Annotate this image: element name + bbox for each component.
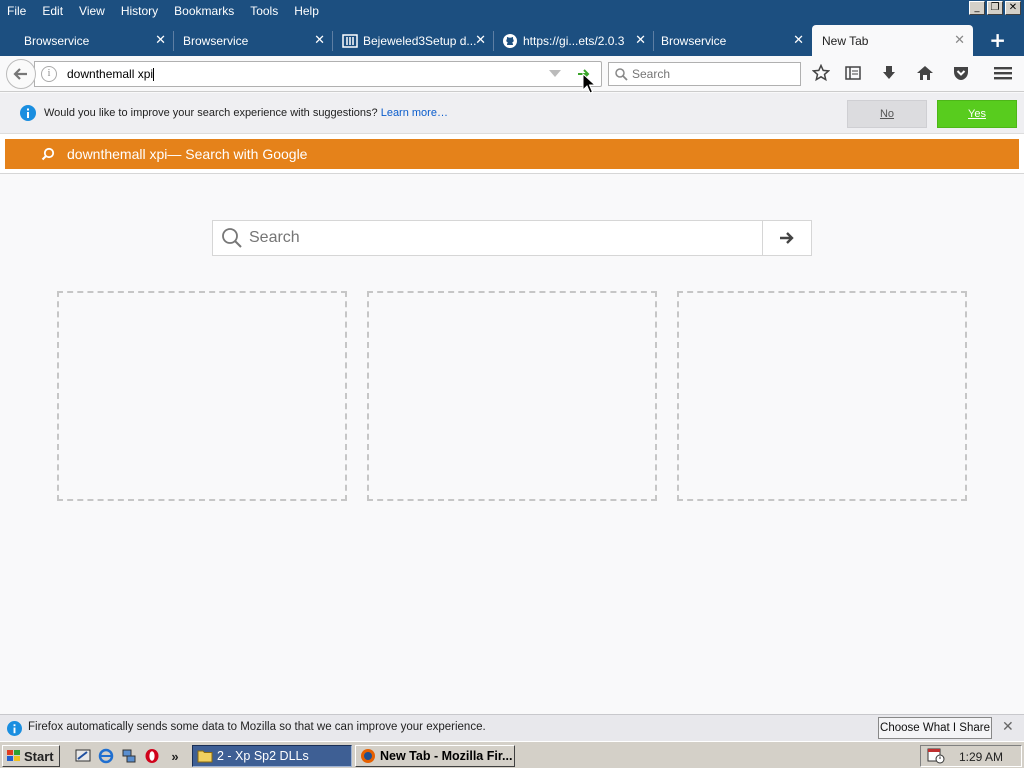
restore-button[interactable]: ❐ bbox=[987, 1, 1003, 15]
tab-title: Browservice bbox=[661, 33, 727, 48]
notification-message: Would you like to improve your search ex… bbox=[44, 107, 448, 119]
tab-close-icon[interactable]: ✕ bbox=[793, 33, 804, 48]
back-arrow-icon bbox=[13, 68, 27, 80]
menu-edit[interactable]: Edit bbox=[34, 4, 71, 18]
tab-new-tab[interactable]: New Tab ✕ bbox=[812, 25, 973, 56]
tab-separator bbox=[332, 31, 333, 51]
arrow-right-icon bbox=[780, 232, 794, 244]
home-icon[interactable] bbox=[915, 63, 935, 83]
github-icon bbox=[502, 33, 518, 49]
search-with-google-suggestion[interactable]: downthemall xpi — Search with Google bbox=[5, 139, 1019, 169]
content-search-submit-button[interactable] bbox=[762, 221, 811, 255]
suggestion-query: downthemall xpi bbox=[67, 146, 168, 162]
data-reporting-text: Firefox automatically sends some data to… bbox=[28, 721, 486, 733]
menu-file[interactable]: File bbox=[0, 4, 34, 18]
quick-launch-overflow-icon[interactable]: » bbox=[166, 747, 184, 765]
menu-bar: File Edit View History Bookmarks Tools H… bbox=[0, 0, 1024, 21]
taskbar-button-explorer[interactable]: 2 - Xp Sp2 DLLs bbox=[192, 745, 352, 767]
show-desktop-icon[interactable] bbox=[74, 747, 92, 765]
content-search-box[interactable] bbox=[212, 220, 812, 256]
text-caret bbox=[153, 67, 155, 81]
suggestion-suffix: — Search with Google bbox=[167, 146, 308, 162]
notification-text: Would you like to improve your search ex… bbox=[44, 107, 378, 119]
info-icon bbox=[7, 721, 22, 739]
windows-logo-icon bbox=[7, 750, 20, 761]
system-tray: 1:29 AM bbox=[920, 745, 1022, 767]
window-controls: _ ❐ ✕ bbox=[969, 1, 1021, 15]
windows-taskbar: Start » 2 - Xp Sp2 DLLs New Tab - Mozill… bbox=[0, 741, 1024, 768]
tab-browservice-2[interactable]: Browservice ✕ bbox=[173, 25, 333, 56]
menu-help[interactable]: Help bbox=[286, 4, 327, 18]
tab-title: Browservice bbox=[183, 33, 249, 48]
tab-github[interactable]: https://gi...ets/2.0.3 ✕ bbox=[494, 25, 654, 56]
hamburger-menu-icon[interactable] bbox=[993, 63, 1013, 83]
taskbar-button-firefox[interactable]: New Tab - Mozilla Fir... bbox=[355, 745, 515, 767]
tab-close-icon[interactable]: ✕ bbox=[314, 33, 325, 48]
tab-title: Browservice bbox=[24, 33, 90, 48]
download-icon[interactable] bbox=[879, 63, 899, 83]
tab-bejeweled[interactable]: Bejeweled3Setup d... ✕ bbox=[334, 25, 494, 56]
menu-bookmarks[interactable]: Bookmarks bbox=[166, 4, 242, 18]
back-button[interactable] bbox=[6, 59, 36, 89]
learn-more-link[interactable]: Learn more… bbox=[381, 107, 448, 119]
reading-list-icon[interactable] bbox=[843, 63, 863, 83]
search-icon bbox=[41, 147, 55, 161]
search-icon bbox=[615, 67, 628, 81]
folder-icon bbox=[197, 750, 213, 763]
clock: 1:29 AM bbox=[958, 750, 1003, 764]
internet-explorer-icon[interactable] bbox=[97, 747, 115, 765]
opera-icon[interactable] bbox=[143, 747, 161, 765]
no-button[interactable]: No bbox=[847, 100, 927, 128]
url-input-text[interactable]: downthemall xpi bbox=[67, 67, 153, 81]
navigation-toolbar: i downthemall xpi bbox=[0, 56, 1024, 92]
yes-button[interactable]: Yes bbox=[937, 100, 1017, 128]
close-icon[interactable]: ✕ bbox=[1002, 719, 1014, 735]
tab-browservice-3[interactable]: Browservice ✕ bbox=[651, 25, 812, 56]
archive-icon bbox=[342, 33, 358, 49]
close-window-button[interactable]: ✕ bbox=[1005, 1, 1021, 15]
tab-close-icon[interactable]: ✕ bbox=[954, 33, 965, 48]
start-label: Start bbox=[24, 748, 54, 764]
search-icon bbox=[221, 227, 243, 249]
tab-title: New Tab bbox=[822, 33, 869, 48]
info-icon[interactable]: i bbox=[41, 66, 57, 82]
search-input[interactable] bbox=[632, 67, 792, 81]
top-site-tile-placeholder bbox=[367, 291, 657, 501]
top-site-tile-placeholder bbox=[677, 291, 967, 501]
bookmark-star-icon[interactable] bbox=[811, 63, 831, 83]
taskbar-button-label: New Tab - Mozilla Fir... bbox=[380, 749, 513, 763]
taskbar-button-label: 2 - Xp Sp2 DLLs bbox=[217, 749, 309, 763]
network-icon[interactable] bbox=[120, 747, 138, 765]
mouse-cursor-icon bbox=[582, 73, 596, 94]
url-bar[interactable]: i downthemall xpi bbox=[34, 61, 602, 87]
tab-close-icon[interactable]: ✕ bbox=[475, 33, 486, 48]
tab-strip: Browservice ✕ Browservice ✕ Bejeweled3Se… bbox=[0, 21, 1024, 56]
search-bar[interactable] bbox=[608, 62, 801, 86]
search-suggestions-prompt: Would you like to improve your search ex… bbox=[0, 93, 1024, 134]
url-dropdown-arrow-icon[interactable] bbox=[549, 70, 561, 77]
tab-browservice-1[interactable]: Browservice ✕ bbox=[14, 25, 174, 56]
scheduler-tray-icon[interactable] bbox=[927, 748, 945, 764]
tab-title: https://gi...ets/2.0.3 bbox=[523, 33, 625, 48]
menu-history[interactable]: History bbox=[113, 4, 166, 18]
tab-close-icon[interactable]: ✕ bbox=[635, 33, 646, 48]
start-button[interactable]: Start bbox=[2, 745, 60, 767]
minimize-button[interactable]: _ bbox=[969, 1, 985, 15]
tab-close-icon[interactable]: ✕ bbox=[155, 33, 166, 48]
info-icon bbox=[20, 105, 36, 124]
menu-tools[interactable]: Tools bbox=[242, 4, 286, 18]
firefox-icon bbox=[361, 749, 375, 763]
pocket-icon[interactable] bbox=[951, 63, 971, 83]
menu-view[interactable]: View bbox=[71, 4, 113, 18]
data-reporting-notification: Firefox automatically sends some data to… bbox=[0, 714, 1024, 741]
content-search-input[interactable] bbox=[249, 229, 749, 247]
new-tab-plus-icon[interactable]: + bbox=[989, 30, 1006, 50]
tab-title: Bejeweled3Setup d... bbox=[363, 33, 477, 48]
choose-what-i-share-button[interactable]: Choose What I Share bbox=[878, 717, 992, 739]
top-site-tile-placeholder bbox=[57, 291, 347, 501]
